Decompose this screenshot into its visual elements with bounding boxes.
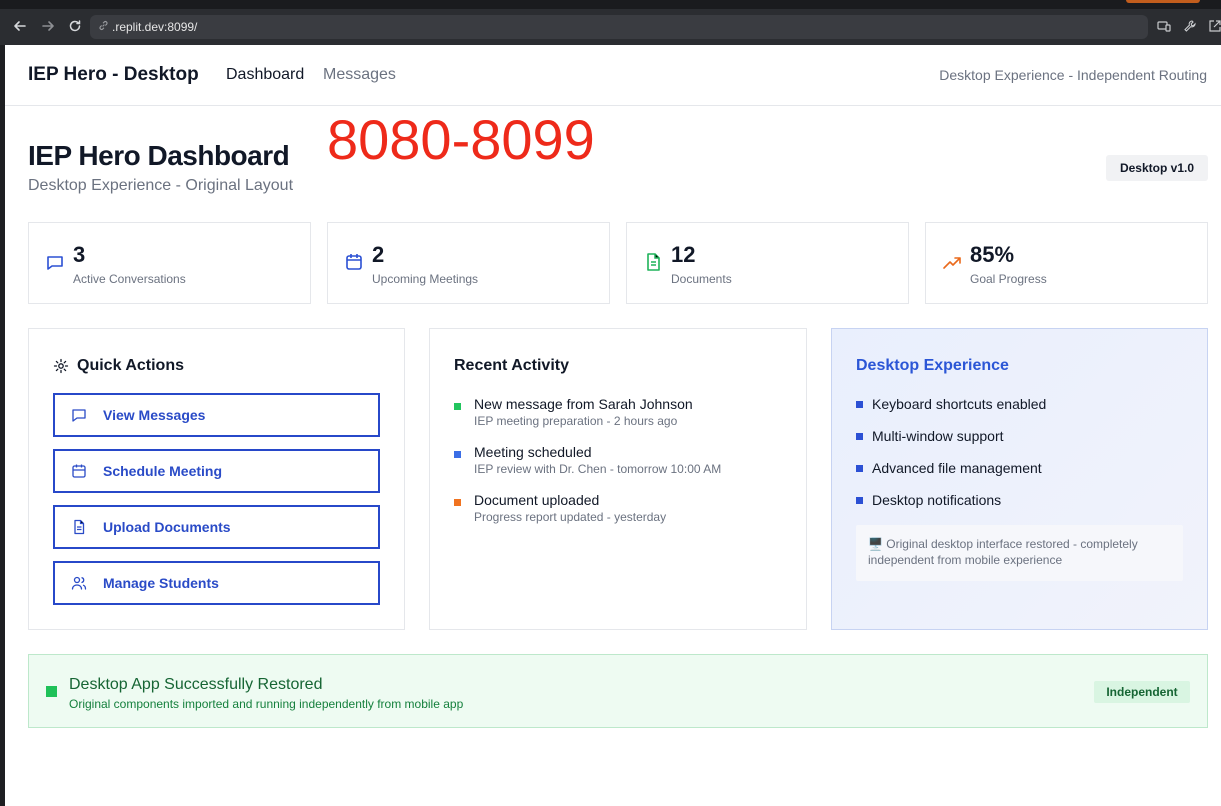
activity-subtitle: IEP meeting preparation - 2 hours ago [474, 414, 678, 428]
button-label: View Messages [103, 407, 206, 423]
status-dot [454, 499, 461, 506]
stat-label: Upcoming Meetings [372, 272, 479, 286]
bullet-square [856, 496, 863, 504]
address-bar[interactable]: .replit.dev:8099/ [90, 15, 1148, 39]
activity-title: New message from Sarah Johnson [474, 396, 693, 412]
trending-up-icon [942, 253, 962, 273]
bullet-square [856, 400, 863, 408]
wrench-icon[interactable] [1182, 18, 1198, 34]
file-text-icon [643, 252, 663, 272]
recent-activity-title: Recent Activity [454, 357, 569, 374]
web-page: IEP Hero - Desktop Dashboard Messages De… [5, 45, 1221, 806]
quick-actions-panel: Quick Actions View Messages Schedule Mee… [28, 328, 405, 630]
stat-label: Goal Progress [970, 272, 1047, 286]
success-title: Desktop App Successfully Restored [69, 676, 323, 693]
button-label: Manage Students [103, 575, 219, 591]
recent-activity-panel: Recent Activity New message from Sarah J… [429, 328, 807, 630]
feature-item: Multi-window support [856, 428, 1004, 444]
upload-documents-button[interactable]: Upload Documents [53, 505, 380, 549]
stat-value: 12 [671, 242, 696, 267]
stat-label: Documents [671, 272, 732, 286]
back-icon[interactable] [11, 17, 29, 35]
status-dot [454, 403, 461, 410]
success-subtitle: Original components imported and running… [69, 697, 464, 711]
stat-card-documents: 12 Documents [626, 222, 909, 304]
stat-label: Active Conversations [73, 272, 186, 286]
message-square-icon [45, 253, 65, 273]
feature-item: Advanced file management [856, 460, 1042, 476]
calendar-icon [344, 252, 364, 272]
tab-strip [0, 0, 1221, 9]
button-label: Schedule Meeting [103, 463, 223, 479]
desktop-experience-panel: Desktop Experience Keyboard shortcuts en… [831, 328, 1208, 630]
feature-label: Advanced file management [872, 460, 1042, 476]
stat-card-conversations: 3 Active Conversations [28, 222, 311, 304]
stat-value: 3 [73, 242, 86, 267]
message-square-icon [72, 409, 86, 422]
calendar-icon [72, 464, 86, 478]
nav-link-messages[interactable]: Messages [323, 66, 396, 84]
stat-value: 2 [372, 242, 385, 267]
active-tab-indicator [1126, 0, 1200, 3]
schedule-meeting-button[interactable]: Schedule Meeting [53, 449, 380, 493]
stat-card-meetings: 2 Upcoming Meetings [327, 222, 610, 304]
activity-subtitle: Progress report updated - yesterday [474, 510, 667, 524]
version-badge: Desktop v1.0 [1106, 155, 1208, 181]
browser-toolbar: .replit.dev:8099/ [0, 0, 1221, 45]
feature-label: Keyboard shortcuts enabled [872, 396, 1047, 412]
feature-item: Desktop notifications [856, 492, 1001, 508]
stat-value: 85% [970, 242, 1015, 267]
forward-icon[interactable] [39, 17, 57, 35]
desktop-experience-title: Desktop Experience [856, 357, 1009, 374]
feature-label: Desktop notifications [872, 492, 1002, 508]
port-range-overlay: 8080-8099 [327, 108, 595, 171]
activity-title: Document uploaded [474, 492, 600, 508]
file-text-icon [74, 519, 85, 535]
page-subtitle: Desktop Experience - Original Layout [28, 177, 294, 194]
link-icon [98, 20, 109, 34]
status-dot [454, 451, 461, 458]
routing-label: Desktop Experience - Independent Routing [939, 67, 1207, 83]
reload-icon[interactable] [66, 17, 84, 35]
url-text: .replit.dev:8099/ [112, 20, 198, 34]
desktop-note: 🖥️ Original desktop interface restored -… [856, 525, 1183, 581]
brand-title: IEP Hero - Desktop [28, 64, 199, 85]
success-indicator [46, 686, 57, 697]
status-badge: Independent [1094, 681, 1190, 703]
devices-icon[interactable] [1156, 18, 1172, 34]
activity-subtitle: IEP review with Dr. Chen - tomorrow 10:0… [474, 462, 722, 476]
quick-actions-heading: Quick Actions [53, 357, 184, 375]
nav-link-dashboard[interactable]: Dashboard [226, 66, 304, 84]
quick-actions-title: Quick Actions [77, 357, 184, 374]
bullet-square [856, 432, 863, 440]
bullet-square [856, 464, 863, 472]
users-icon [71, 576, 87, 590]
view-messages-button[interactable]: View Messages [53, 393, 380, 437]
manage-students-button[interactable]: Manage Students [53, 561, 380, 605]
stat-card-goal-progress: 85% Goal Progress [925, 222, 1208, 304]
open-external-icon[interactable] [1207, 18, 1221, 34]
top-navigation: IEP Hero - Desktop Dashboard Messages De… [5, 45, 1221, 106]
success-banner: Desktop App Successfully Restored Origin… [28, 654, 1208, 728]
gear-icon [53, 358, 69, 374]
feature-label: Multi-window support [872, 428, 1004, 444]
activity-title: Meeting scheduled [474, 444, 592, 460]
button-label: Upload Documents [103, 519, 231, 535]
page-title: IEP Hero Dashboard [28, 140, 290, 171]
feature-item: Keyboard shortcuts enabled [856, 396, 1046, 412]
